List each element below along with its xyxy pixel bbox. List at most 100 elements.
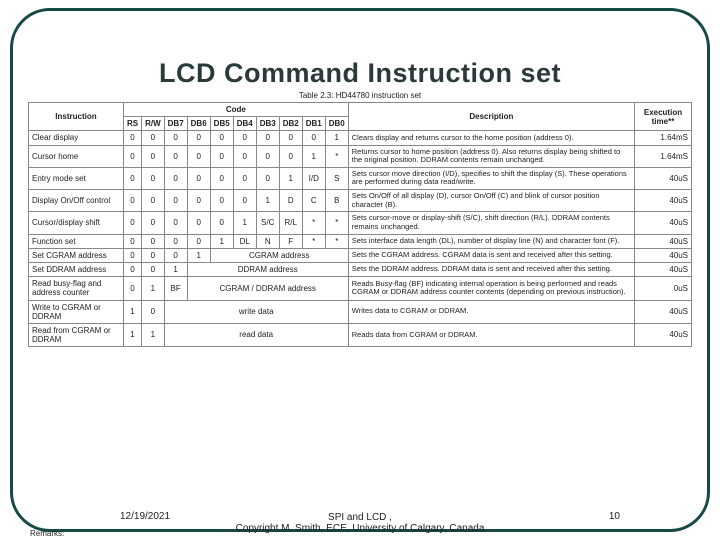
- bit-cell: 0: [210, 167, 233, 189]
- col-instruction: Instruction: [29, 103, 124, 131]
- page-title: LCD Command Instruction set: [28, 58, 692, 89]
- bit-cell: 0: [256, 131, 279, 145]
- bit-cell: 0: [210, 212, 233, 234]
- bit-cell: 0: [164, 190, 187, 212]
- merged-bits: DDRAM address: [187, 262, 348, 276]
- table-row: Display On/Off control0000001DCBSets On/…: [29, 190, 692, 212]
- row-exec: 40uS: [634, 248, 691, 262]
- table-row: Function set00001DLNF**Sets interface da…: [29, 234, 692, 248]
- bit-cell: DL: [233, 234, 256, 248]
- table-row: Read from CGRAM or DDRAM11read dataReads…: [29, 323, 692, 346]
- col-bit: DB4: [233, 117, 256, 131]
- table-caption: Table 2.3: HD44780 instruction set: [28, 91, 692, 100]
- bit-cell: 0: [187, 145, 210, 167]
- table-row: Write to CGRAM or DDRAM10write dataWrite…: [29, 300, 692, 323]
- row-exec: 40uS: [634, 234, 691, 248]
- bit-cell: C: [302, 190, 325, 212]
- bit-cell: 0: [256, 167, 279, 189]
- bit-cell: 0: [123, 212, 141, 234]
- row-exec: 1.64mS: [634, 145, 691, 167]
- bit-cell: 1: [210, 234, 233, 248]
- row-description: Sets interface data length (DL), number …: [348, 234, 634, 248]
- bit-cell: 0: [142, 248, 165, 262]
- bit-cell: 0: [123, 131, 141, 145]
- bit-cell: 0: [123, 167, 141, 189]
- bit-cell: S: [325, 167, 348, 189]
- col-bit: DB7: [164, 117, 187, 131]
- col-bit: DB1: [302, 117, 325, 131]
- bit-cell: 0: [302, 131, 325, 145]
- row-exec: 1.64mS: [634, 131, 691, 145]
- row-label: Set DDRAM address: [29, 262, 124, 276]
- bit-cell: 0: [123, 234, 141, 248]
- row-description: Sets cursor move direction (I/D), specif…: [348, 167, 634, 189]
- bit-cell: 1: [164, 262, 187, 276]
- row-exec: 40uS: [634, 300, 691, 323]
- bit-cell: D: [279, 190, 302, 212]
- bit-cell: S/C: [256, 212, 279, 234]
- bit-cell: 0: [233, 167, 256, 189]
- bit-cell: 1: [123, 300, 141, 323]
- bit-cell: 0: [123, 190, 141, 212]
- bit-cell: 0: [164, 145, 187, 167]
- bit-cell: 0: [123, 262, 141, 276]
- table-row: Set DDRAM address001DDRAM addressSets th…: [29, 262, 692, 276]
- bit-cell: 0: [187, 131, 210, 145]
- table-row: Cursor home000000001*Returns cursor to h…: [29, 145, 692, 167]
- bit-cell: *: [325, 212, 348, 234]
- row-label: Read from CGRAM or DDRAM: [29, 323, 124, 346]
- bit-cell: B: [325, 190, 348, 212]
- remarks-label: Remarks:: [30, 529, 64, 538]
- col-bit: DB3: [256, 117, 279, 131]
- bit-cell: 0: [142, 131, 165, 145]
- row-label: Function set: [29, 234, 124, 248]
- bit-cell: 0: [142, 190, 165, 212]
- row-description: Reads data from CGRAM or DDRAM.: [348, 323, 634, 346]
- col-execution: Execution time**: [634, 103, 691, 131]
- table-row: Read busy-flag and address counter01BFCG…: [29, 277, 692, 300]
- bit-cell: R/L: [279, 212, 302, 234]
- row-exec: 40uS: [634, 212, 691, 234]
- bit-cell: 0: [142, 167, 165, 189]
- bit-cell: 0: [279, 145, 302, 167]
- bit-cell: 0: [233, 190, 256, 212]
- bit-cell: 1: [187, 248, 210, 262]
- row-label: Read busy-flag and address counter: [29, 277, 124, 300]
- merged-bits: read data: [164, 323, 348, 346]
- bit-cell: 0: [123, 277, 141, 300]
- bit-cell: 0: [142, 262, 165, 276]
- bit-cell: 0: [142, 212, 165, 234]
- col-description: Description: [348, 103, 634, 131]
- bit-cell: I/D: [302, 167, 325, 189]
- col-bit: RS: [123, 117, 141, 131]
- bit-cell: 0: [233, 131, 256, 145]
- table-row: Cursor/display shift000001S/CR/L**Sets c…: [29, 212, 692, 234]
- row-label: Set CGRAM address: [29, 248, 124, 262]
- row-description: Sets On/Off of all display (D), cursor O…: [348, 190, 634, 212]
- row-label: Entry mode set: [29, 167, 124, 189]
- row-label: Write to CGRAM or DDRAM: [29, 300, 124, 323]
- bit-cell: 0: [210, 131, 233, 145]
- bit-cell: 0: [187, 234, 210, 248]
- bit-cell: F: [279, 234, 302, 248]
- table-row: Entry mode set00000001I/DSSets cursor mo…: [29, 167, 692, 189]
- bit-cell: 0: [142, 145, 165, 167]
- row-label: Cursor/display shift: [29, 212, 124, 234]
- bit-cell: *: [302, 212, 325, 234]
- bit-cell: 0: [142, 234, 165, 248]
- row-exec: 40uS: [634, 323, 691, 346]
- bit-cell: 0: [233, 145, 256, 167]
- row-label: Cursor home: [29, 145, 124, 167]
- bit-cell: 0: [164, 131, 187, 145]
- bit-cell: 0: [187, 167, 210, 189]
- bit-cell: 0: [142, 300, 165, 323]
- row-exec: 40uS: [634, 190, 691, 212]
- col-bit: DB6: [187, 117, 210, 131]
- col-bit: DB0: [325, 117, 348, 131]
- row-description: Sets cursor-move or display-shift (S/C),…: [348, 212, 634, 234]
- bit-cell: 1: [142, 323, 165, 346]
- row-label: Display On/Off control: [29, 190, 124, 212]
- bit-cell: 0: [210, 145, 233, 167]
- row-exec: 40uS: [634, 167, 691, 189]
- bit-cell: 0: [164, 167, 187, 189]
